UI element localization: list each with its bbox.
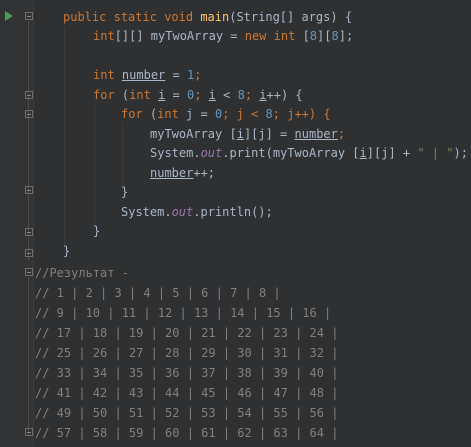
code-line-8: number++; <box>150 164 215 183</box>
code-text: ]; <box>338 29 354 43</box>
fold-icon[interactable] <box>25 268 33 276</box>
code-line-2: int[][] myTwoArray = new int [8][8]; <box>93 27 353 46</box>
number-literal: 8 <box>331 29 339 43</box>
comment-line: // 41 | 42 | 43 | 44 | 45 | 46 | 47 | 48… <box>35 386 339 400</box>
comment-line: // 1 | 2 | 3 | 4 | 5 | 6 | 7 | 8 | <box>35 286 281 300</box>
code-text: < <box>215 88 238 102</box>
code-text: ][ <box>317 29 332 43</box>
static-field: out <box>171 205 194 219</box>
code-text: System. <box>121 205 172 219</box>
number-literal: 8 <box>309 29 318 43</box>
code-text: ][j] + <box>366 146 418 160</box>
static-field: out <box>200 146 223 160</box>
code-text: = <box>165 68 187 82</box>
indent-guide <box>64 27 65 249</box>
variable: i <box>259 88 267 102</box>
keyword: static <box>113 10 157 24</box>
code-text: System. <box>150 146 201 160</box>
keyword: new <box>244 29 267 43</box>
run-icon[interactable] <box>5 11 13 21</box>
code-text: ++; <box>193 166 216 180</box>
code-text: .println(); <box>193 205 273 219</box>
number-literal: 8 <box>237 88 245 102</box>
code-text: ); <box>453 146 468 160</box>
comment-line: // 49 | 50 | 51 | 52 | 53 | 54 | 55 | 56… <box>35 406 339 420</box>
code-text: [][] myTwoArray = <box>114 29 245 43</box>
code-line-7: System.out.print(myTwoArray [i][j] + " |… <box>150 144 468 163</box>
code-text: = <box>165 88 187 102</box>
code-editor[interactable]: public static void main(String[] args) {… <box>0 0 471 447</box>
method-name: main <box>200 10 230 24</box>
fold-icon[interactable] <box>25 12 33 20</box>
semicolon: ; <box>337 127 346 141</box>
keyword: for <box>93 88 115 102</box>
keyword: int <box>93 29 115 43</box>
comment-line: // 33 | 34 | 35 | 36 | 37 | 38 | 39 | 40… <box>35 366 339 380</box>
fold-icon[interactable] <box>25 91 33 99</box>
variable: i <box>236 127 244 141</box>
code-line-11: } <box>93 224 101 238</box>
keyword: int <box>129 88 151 102</box>
variable: i <box>208 88 216 102</box>
comment-line: // 57 | 58 | 59 | 60 | 61 | 62 | 63 | 64… <box>35 426 339 440</box>
code-line-3: int number = 1; <box>93 66 201 85</box>
code-text: ; j++) { <box>272 107 331 121</box>
code-text: [ <box>295 29 310 43</box>
variable: i <box>359 146 367 160</box>
code-line-10: System.out.println(); <box>121 203 273 222</box>
code-text: ; <box>194 88 209 102</box>
code-line-6: myTwoArray [i][j] = number; <box>150 125 345 144</box>
code-text: .print(myTwoArray [ <box>222 146 360 160</box>
code-text: (String[] args) { <box>229 10 353 24</box>
keyword: int <box>93 68 115 82</box>
fold-icon[interactable] <box>25 110 33 118</box>
variable: number <box>294 127 338 141</box>
keyword: public <box>63 10 107 24</box>
fold-icon[interactable] <box>25 249 33 257</box>
fold-icon[interactable] <box>25 228 33 236</box>
fold-icon[interactable] <box>25 186 33 194</box>
code-line-4: for (int i = 0; i < 8; i++) { <box>93 86 303 105</box>
code-text: ; j < <box>222 107 266 121</box>
comment-line: // 25 | 26 | 27 | 28 | 29 | 30 | 31 | 32… <box>35 346 339 360</box>
indent-guide <box>94 105 95 229</box>
variable: number <box>121 68 166 82</box>
indent-guide <box>122 124 123 190</box>
variable: number <box>150 166 194 180</box>
keyword: int <box>273 29 296 43</box>
code-line-9: } <box>121 185 129 199</box>
keyword: for <box>121 107 143 121</box>
code-line-1: public static void main(String[] args) { <box>63 8 352 27</box>
fold-guide <box>28 277 29 437</box>
code-text: myTwoArray [ <box>150 127 237 141</box>
string-literal: " | " <box>417 146 454 160</box>
fold-icon[interactable] <box>25 428 33 436</box>
code-text: ][j] = <box>243 127 295 141</box>
fold-guide <box>28 21 29 261</box>
code-line-12: } <box>63 244 71 258</box>
comment-line: //Результат - <box>35 266 129 280</box>
keyword: int <box>157 107 179 121</box>
number-literal: 8 <box>265 107 273 121</box>
code-text: ( <box>142 107 158 121</box>
comment-line: // 17 | 18 | 19 | 20 | 21 | 22 | 23 | 24… <box>35 326 339 340</box>
keyword: void <box>164 10 194 24</box>
code-line-5: for (int j = 0; j < 8; j++) { <box>121 105 331 124</box>
semicolon: ; <box>194 68 202 82</box>
code-text: ++) { <box>266 88 303 102</box>
code-text: ; <box>244 88 260 102</box>
comment-line: // 9 | 10 | 11 | 12 | 13 | 14 | 15 | 16 … <box>35 306 332 320</box>
code-text: ( <box>114 88 130 102</box>
code-text: j = <box>178 107 215 121</box>
